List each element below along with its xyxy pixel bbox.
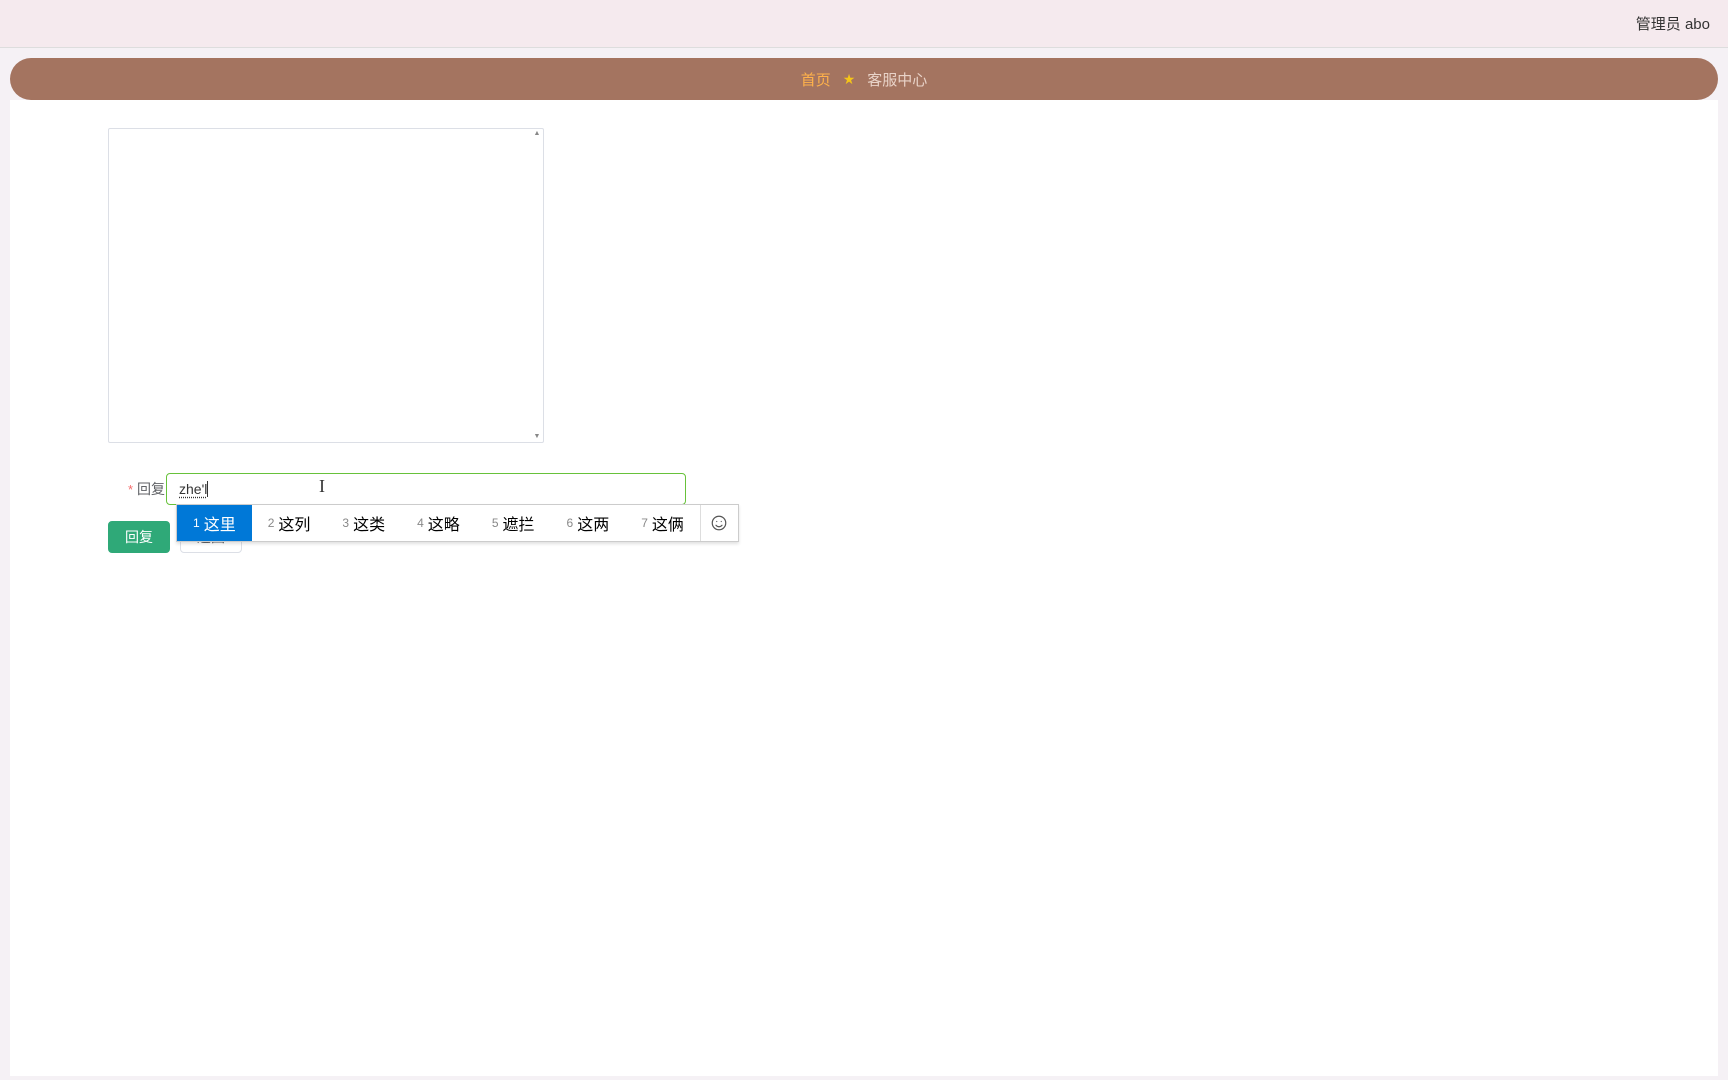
- ime-candidate-3[interactable]: 3 这类: [326, 505, 401, 541]
- scroll-up-icon[interactable]: ▲: [531, 129, 543, 139]
- text-caret: [207, 481, 208, 497]
- top-header: 管理员 abo: [0, 0, 1728, 48]
- reply-row: * 回复 zhe'l I 1 这里 2 这列: [108, 473, 1620, 505]
- ime-candidate-5[interactable]: 5 遮拦: [476, 505, 551, 541]
- scroll-down-icon[interactable]: ▼: [531, 432, 543, 442]
- reply-label: * 回复: [108, 479, 165, 499]
- reply-label-text: 回复: [137, 479, 165, 499]
- reply-input[interactable]: zhe'l: [166, 473, 686, 505]
- ime-candidate-6[interactable]: 6 这两: [551, 505, 626, 541]
- ime-emoji-icon[interactable]: [700, 505, 738, 541]
- chat-history-box[interactable]: ▲ ▼: [108, 128, 544, 443]
- nav-service[interactable]: 客服中心: [867, 69, 927, 90]
- star-icon: ★: [843, 71, 856, 88]
- ime-candidate-4[interactable]: 4 这略: [401, 505, 476, 541]
- content-panel: ▲ ▼ * 回复 zhe'l I 1 这里: [10, 100, 1718, 1076]
- chat-scrollbar[interactable]: ▲ ▼: [531, 129, 543, 442]
- ime-candidate-7[interactable]: 7 这俩: [625, 505, 700, 541]
- reply-button[interactable]: 回复: [108, 521, 170, 553]
- reply-input-value: zhe'l: [179, 481, 207, 497]
- ime-candidate-popup[interactable]: 1 这里 2 这列 3 这类 4 这略: [176, 504, 739, 542]
- nav-home[interactable]: 首页: [801, 69, 831, 90]
- ime-candidate-2[interactable]: 2 这列: [252, 505, 327, 541]
- user-label[interactable]: 管理员 abo: [1636, 13, 1710, 34]
- ime-candidate-1[interactable]: 1 这里: [177, 505, 252, 541]
- required-mark: *: [128, 482, 133, 497]
- nav-bar: 首页 ★ 客服中心: [10, 58, 1718, 100]
